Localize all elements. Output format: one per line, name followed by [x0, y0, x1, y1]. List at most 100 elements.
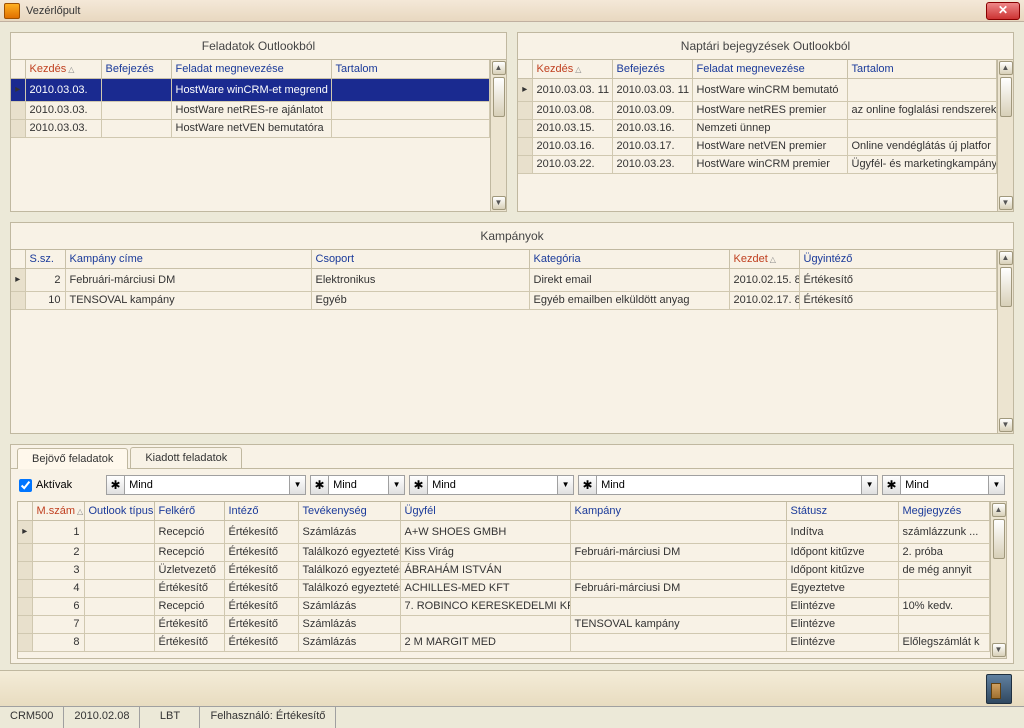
- cell[interactable]: Értékesítő: [799, 268, 997, 291]
- cell[interactable]: Egyéb emailben elküldött anyag: [529, 291, 729, 309]
- scroll-thumb[interactable]: [493, 77, 505, 117]
- cell[interactable]: 2 M MARGIT MED: [400, 633, 570, 651]
- cell[interactable]: [101, 101, 171, 119]
- cell[interactable]: 7. ROBINCO KERESKEDELMI KFT.: [400, 597, 570, 615]
- cell[interactable]: 1: [32, 520, 84, 543]
- cell[interactable]: Találkozó egyeztetés: [298, 543, 400, 561]
- scrollbar[interactable]: ▲ ▼: [997, 60, 1013, 211]
- cell[interactable]: [570, 520, 786, 543]
- cell[interactable]: Előlegszámlát k: [898, 633, 990, 651]
- cell[interactable]: [331, 119, 490, 137]
- table-row[interactable]: 2010.03.22.2010.03.23.HostWare winCRM pr…: [518, 155, 997, 173]
- table-row[interactable]: 6RecepcióÉrtékesítőSzámlázás7. ROBINCO K…: [18, 597, 990, 615]
- cell[interactable]: [331, 78, 490, 101]
- cell[interactable]: Értékesítő: [224, 561, 298, 579]
- cell[interactable]: 2: [32, 543, 84, 561]
- cell[interactable]: Online vendéglátás új platfor: [847, 137, 997, 155]
- cell[interactable]: 2. próba: [898, 543, 990, 561]
- cell[interactable]: [101, 78, 171, 101]
- col-ssz[interactable]: S.sz.: [25, 250, 65, 268]
- cell[interactable]: Értékesítő: [154, 579, 224, 597]
- scroll-up-icon[interactable]: ▲: [999, 251, 1013, 265]
- cell[interactable]: [84, 615, 154, 633]
- cell[interactable]: 2: [25, 268, 65, 291]
- cell[interactable]: HostWare netVEN bemutatóra: [171, 119, 331, 137]
- table-row[interactable]: 2010.03.15.2010.03.16.Nemzeti ünnep: [518, 119, 997, 137]
- cell[interactable]: 2010.03.03. 11: [532, 78, 612, 101]
- cell[interactable]: [84, 561, 154, 579]
- col-start[interactable]: Kezdés△: [532, 60, 612, 78]
- cell[interactable]: 2010.02.17. 8: [729, 291, 799, 309]
- cell[interactable]: 10: [25, 291, 65, 309]
- col-kampany[interactable]: Kampány: [570, 502, 786, 520]
- col-agent[interactable]: Ügyintéző: [799, 250, 997, 268]
- cell[interactable]: Üzletvezető: [154, 561, 224, 579]
- calendar-grid[interactable]: Kezdés△ Befejezés Feladat megnevezése Ta…: [518, 60, 997, 211]
- cell[interactable]: Elektronikus: [311, 268, 529, 291]
- exit-door-icon[interactable]: [986, 674, 1012, 704]
- cell[interactable]: 8: [32, 633, 84, 651]
- scroll-thumb[interactable]: [1000, 77, 1012, 117]
- cell[interactable]: Egyéb: [311, 291, 529, 309]
- cell[interactable]: 2010.03.16.: [532, 137, 612, 155]
- cell[interactable]: 2010.03.03.: [25, 101, 101, 119]
- cell[interactable]: Találkozó egyeztetés: [298, 579, 400, 597]
- col-mszam[interactable]: M.szám△: [32, 502, 84, 520]
- cell[interactable]: HostWare winCRM bemutató: [692, 78, 847, 101]
- col-start[interactable]: Kezdés△: [25, 60, 101, 78]
- chevron-down-icon[interactable]: ▼: [557, 476, 573, 494]
- col-megj[interactable]: Megjegyzés: [898, 502, 990, 520]
- cell[interactable]: 2010.03.09.: [612, 101, 692, 119]
- cell[interactable]: Elintézve: [786, 597, 898, 615]
- tab-outgoing[interactable]: Kiadott feladatok: [130, 447, 242, 468]
- table-row[interactable]: 2 RecepcióÉrtékesítőTalálkozó egyeztetésK…: [18, 543, 990, 561]
- cell[interactable]: Számlázás: [298, 633, 400, 651]
- cell[interactable]: [101, 119, 171, 137]
- col-content[interactable]: Tartalom: [847, 60, 997, 78]
- col-group[interactable]: Csoport: [311, 250, 529, 268]
- cell[interactable]: de még annyit: [898, 561, 990, 579]
- cell[interactable]: [84, 520, 154, 543]
- filter-combo-2[interactable]: ✱Mind▼: [310, 475, 405, 495]
- cell[interactable]: [570, 633, 786, 651]
- cell[interactable]: Értékesítő: [224, 543, 298, 561]
- cell[interactable]: Értékesítő: [224, 579, 298, 597]
- scroll-up-icon[interactable]: ▲: [992, 503, 1006, 517]
- cell[interactable]: [570, 561, 786, 579]
- col-intezo[interactable]: Intéző: [224, 502, 298, 520]
- aktivak-checkbox[interactable]: Aktívak: [19, 479, 72, 492]
- cell[interactable]: [898, 615, 990, 633]
- table-row[interactable]: 3ÜzletvezetőÉrtékesítőTalálkozó egyeztet…: [18, 561, 990, 579]
- cell[interactable]: [84, 543, 154, 561]
- cell[interactable]: Ügyfél- és marketingkampány: [847, 155, 997, 173]
- cell[interactable]: 7: [32, 615, 84, 633]
- col-title[interactable]: Kampány címe: [65, 250, 311, 268]
- filter-combo-1[interactable]: ✱Mind▼: [106, 475, 306, 495]
- cell[interactable]: [400, 615, 570, 633]
- table-row[interactable]: 8ÉrtékesítőÉrtékesítőSzámlázás2 M MARGIT…: [18, 633, 990, 651]
- filter-combo-4[interactable]: ✱Mind▼: [578, 475, 878, 495]
- cell[interactable]: [570, 597, 786, 615]
- cell[interactable]: 2010.03.17.: [612, 137, 692, 155]
- scroll-up-icon[interactable]: ▲: [492, 61, 506, 75]
- asterisk-icon[interactable]: ✱: [107, 476, 125, 494]
- cell[interactable]: HostWare winCRM-et megrend: [171, 78, 331, 101]
- campaigns-grid[interactable]: S.sz. Kampány címe Csoport Kategória Kez…: [11, 250, 997, 433]
- cell[interactable]: Kiss Virág: [400, 543, 570, 561]
- chevron-down-icon[interactable]: ▼: [289, 476, 305, 494]
- col-category[interactable]: Kategória: [529, 250, 729, 268]
- table-row[interactable]: 2010.03.03. HostWare winCRM-et megrend: [11, 78, 490, 101]
- chevron-down-icon[interactable]: ▼: [388, 476, 404, 494]
- cell[interactable]: 2010.03.08.: [532, 101, 612, 119]
- cell[interactable]: Indítva: [786, 520, 898, 543]
- col-start[interactable]: Kezdet△: [729, 250, 799, 268]
- cell[interactable]: 6: [32, 597, 84, 615]
- cell[interactable]: Értékesítő: [224, 633, 298, 651]
- cell[interactable]: Recepció: [154, 543, 224, 561]
- cell[interactable]: Egyeztetve: [786, 579, 898, 597]
- col-end[interactable]: Befejezés: [101, 60, 171, 78]
- table-row[interactable]: 2010.03.03.HostWare netVEN bemutatóra: [11, 119, 490, 137]
- cell[interactable]: HostWare netRES-re ajánlatot: [171, 101, 331, 119]
- cell[interactable]: 2010.03.03.: [25, 78, 101, 101]
- cell[interactable]: [847, 78, 997, 101]
